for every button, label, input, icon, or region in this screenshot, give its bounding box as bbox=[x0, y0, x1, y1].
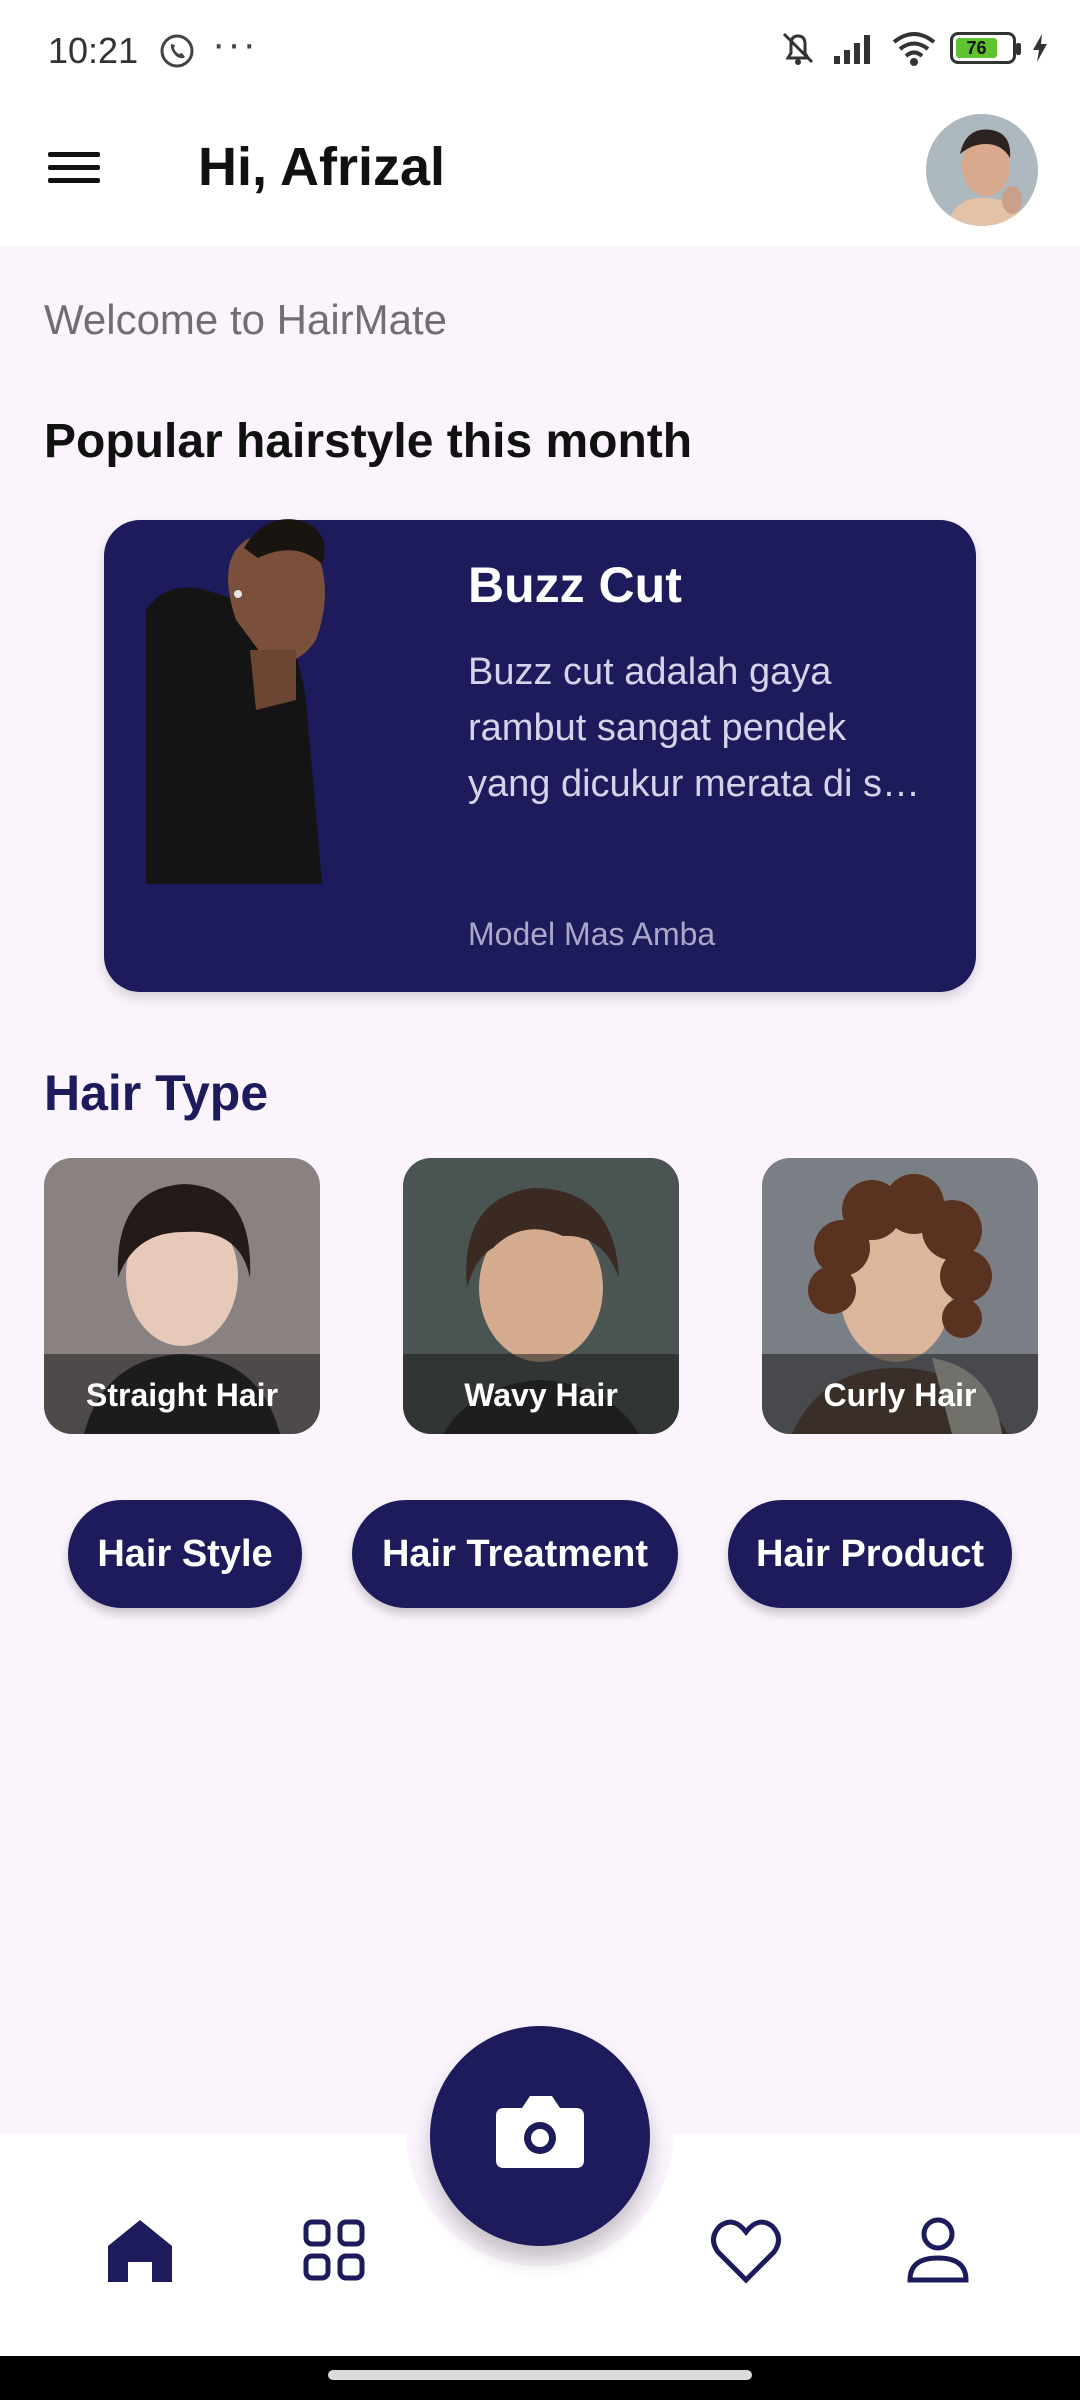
home-indicator[interactable] bbox=[328, 2370, 752, 2380]
grid-icon[interactable] bbox=[294, 2210, 374, 2290]
welcome-text: Welcome to HairMate bbox=[44, 296, 448, 343]
whatsapp-icon bbox=[160, 34, 194, 68]
profile-icon[interactable] bbox=[898, 2210, 978, 2290]
hamburger-icon[interactable] bbox=[44, 144, 104, 204]
status-overflow-dots: ··· bbox=[212, 22, 258, 66]
avatar[interactable] bbox=[926, 114, 1038, 226]
hair-type-card-straight[interactable]: Straight Hair bbox=[44, 1158, 320, 1434]
wifi-icon bbox=[892, 32, 936, 66]
hair-type-label: Wavy Hair bbox=[464, 1377, 618, 1413]
signal-icon bbox=[834, 35, 870, 64]
greeting-title: Hi, Afrizal bbox=[198, 137, 446, 197]
section-title-popular: Popular hairstyle this month bbox=[44, 415, 693, 468]
hair-product-button[interactable]: Hair Product bbox=[728, 1500, 1012, 1608]
hair-style-button[interactable]: Hair Style bbox=[68, 1500, 302, 1608]
heart-icon[interactable] bbox=[706, 2210, 786, 2290]
battery-level: 76 bbox=[956, 38, 998, 58]
battery-icon: 76 bbox=[950, 32, 1021, 64]
section-title-hair-type: Hair Type bbox=[44, 1065, 269, 1121]
popular-hairstyle-card[interactable]: Buzz Cut Buzz cut adalah gaya rambut san… bbox=[104, 519, 976, 992]
hair-treatment-button[interactable]: Hair Treatment bbox=[352, 1500, 678, 1608]
charging-icon bbox=[1033, 34, 1047, 62]
camera-button[interactable] bbox=[430, 2026, 650, 2246]
status-time: 10:21 bbox=[48, 30, 139, 71]
hair-type-card-curly[interactable]: Curly Hair bbox=[762, 1158, 1038, 1434]
hair-type-card-wavy[interactable]: Wavy Hair bbox=[403, 1158, 679, 1434]
hairstyle-name: Buzz Cut bbox=[468, 557, 682, 613]
status-right-group: 76 bbox=[778, 28, 1050, 68]
home-icon[interactable] bbox=[100, 2210, 180, 2290]
hairstyle-image bbox=[146, 500, 356, 884]
hairstyle-description: Buzz cut adalah gaya rambut sangat pende… bbox=[468, 651, 920, 805]
hair-type-label: Straight Hair bbox=[85, 1377, 279, 1413]
bell-off-icon bbox=[782, 32, 814, 65]
hair-type-label: Curly Hair bbox=[823, 1377, 977, 1413]
hairstyle-model: Model Mas Amba bbox=[468, 916, 716, 952]
status-bar: 10:21 ··· 76 bbox=[0, 0, 1080, 100]
camera-icon bbox=[496, 2096, 584, 2168]
app-bar: Hi, Afrizal bbox=[0, 100, 1080, 246]
